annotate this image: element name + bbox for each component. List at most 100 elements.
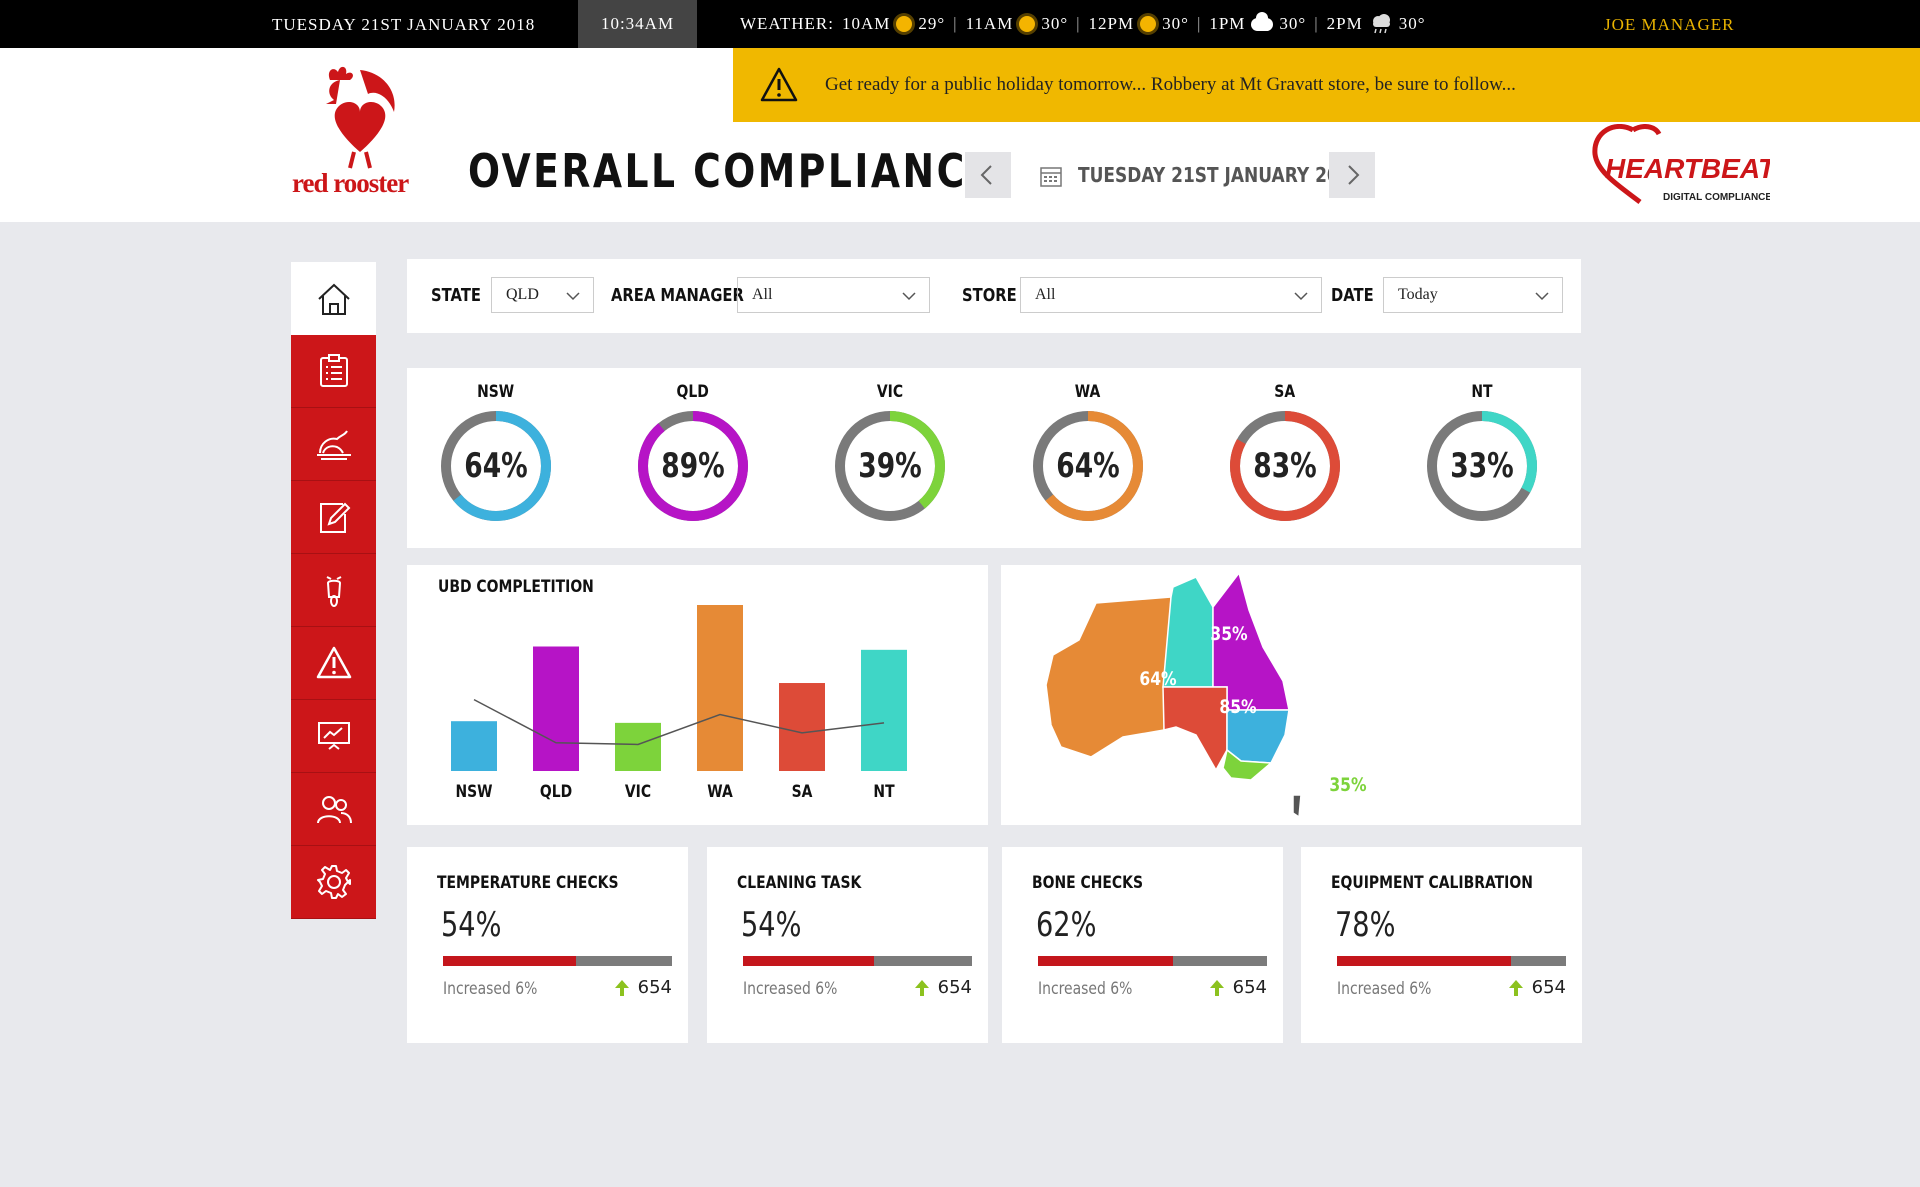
home-icon: [317, 283, 350, 315]
bar-nt[interactable]: [861, 649, 907, 771]
metric-change: Increased 6%: [443, 979, 538, 999]
x-tick-label: VIC: [625, 782, 651, 802]
map-label-nt: 35%: [1210, 624, 1247, 646]
weather-forecast: WEATHER: 10AM 29° | 11AM 30° | 12PM 30° …: [740, 11, 1426, 35]
sidebar-item-settings[interactable]: [291, 846, 376, 919]
weather-label: WEATHER:: [740, 14, 834, 33]
metric-card-equipment-calibration[interactable]: EQUIPMENT CALIBRATION 78% Increased 6% 6…: [1301, 847, 1582, 1043]
forecast-time: 12PM: [1088, 14, 1135, 33]
warning-icon: [760, 67, 798, 102]
map-label-qld: 85%: [1287, 656, 1324, 678]
donut-state-label: NT: [1471, 382, 1493, 402]
donut-value: 83%: [1253, 447, 1316, 486]
store-label: STORE: [962, 285, 1017, 306]
forecast-temp: 30°: [1398, 14, 1426, 33]
metric-card-bone-checks[interactable]: BONE CHECKS 62% Increased 6% 654: [1002, 847, 1283, 1043]
sidebar-item-users[interactable]: [291, 773, 376, 846]
clipboard-icon: [319, 354, 348, 387]
state-value: QLD: [506, 286, 539, 303]
presentation-icon: [317, 722, 350, 750]
forecast-time: 11AM: [965, 14, 1014, 33]
sidebar-item-chicken[interactable]: [291, 408, 376, 481]
arrow-up-icon: [914, 979, 929, 996]
metric-progress-bar: [1038, 956, 1267, 966]
current-date: TUESDAY 21ST JANUARY 2018: [272, 15, 536, 34]
alert-banner[interactable]: Get ready for a public holiday tomorrow.…: [733, 48, 1920, 122]
bar-vic[interactable]: [615, 722, 661, 771]
metric-progress-bar: [1337, 956, 1566, 966]
donut-state-label: VIC: [876, 382, 904, 402]
donut-chart: 64%: [441, 411, 551, 521]
metric-count-value: 654: [1232, 977, 1267, 998]
bar-nsw[interactable]: [451, 721, 497, 771]
donut-sa[interactable]: SA 83%: [1215, 382, 1355, 526]
chevron-down-icon: [566, 292, 580, 301]
metric-count: 654: [914, 977, 972, 998]
metric-progress-fill: [1337, 956, 1512, 966]
header: Get ready for a public holiday tomorrow.…: [0, 48, 1920, 222]
donut-vic[interactable]: VIC 39%: [820, 382, 960, 526]
sidebar-item-edit[interactable]: [291, 481, 376, 554]
date-value: Today: [1398, 286, 1438, 303]
donut-qld[interactable]: QLD 89%: [623, 382, 763, 526]
donut-nt[interactable]: NT 33%: [1412, 382, 1552, 526]
map-region-sa[interactable]: [1162, 686, 1228, 772]
next-date-button[interactable]: [1329, 152, 1375, 198]
metric-change: Increased 6%: [1038, 979, 1133, 999]
metric-value: 62%: [1036, 905, 1097, 945]
donut-chart: 39%: [835, 411, 945, 521]
metric-card-cleaning[interactable]: CLEANING TASK 54% Increased 6% 654: [707, 847, 988, 1043]
donut-wa[interactable]: WA 64%: [1018, 382, 1158, 526]
store-value: All: [1035, 286, 1056, 303]
x-tick-label: NSW: [455, 782, 492, 802]
bar-sa[interactable]: [779, 683, 825, 771]
map-label-nsw: 64%: [1297, 725, 1334, 747]
donut-nsw[interactable]: NSW 64%: [426, 382, 566, 526]
partner-tagline: DIGITAL COMPLIANCE: [1663, 192, 1770, 203]
x-tick-label: SA: [792, 782, 813, 802]
brand-name: red rooster: [292, 168, 409, 198]
forecast-slot: 2PM 30°: [1327, 13, 1426, 35]
metric-count-value: 654: [937, 977, 972, 998]
donut-chart: 64%: [1033, 411, 1143, 521]
user-menu[interactable]: JOE MANAGER: [1604, 15, 1734, 35]
map-region-tas[interactable]: [1292, 794, 1302, 819]
area-manager-select[interactable]: All: [737, 277, 930, 313]
edit-icon: [319, 502, 350, 533]
store-select[interactable]: All: [1020, 277, 1322, 313]
sidebar-item-reports[interactable]: [291, 700, 376, 773]
date-label: DATE: [1331, 285, 1374, 306]
metric-title: EQUIPMENT CALIBRATION: [1331, 873, 1533, 893]
partner-logo-text: HEARTBEAT: [1605, 153, 1770, 184]
sidebar-item-delivery[interactable]: [291, 554, 376, 627]
previous-date-button[interactable]: [965, 152, 1011, 198]
sidebar-item-checklist[interactable]: [291, 335, 376, 408]
state-compliance-panel: NSW 64% QLD 89% VIC 39% WA 64% SA 83% NT…: [407, 368, 1581, 548]
bar-qld[interactable]: [533, 646, 579, 772]
state-select[interactable]: QLD: [491, 277, 594, 313]
ubd-completion-chart: UBD COMPLETITION NSW QLD VIC WA SA NT: [407, 565, 988, 825]
metric-progress-fill: [443, 956, 576, 966]
donut-state-label: QLD: [676, 382, 710, 402]
sun-icon: [1140, 16, 1157, 32]
metric-progress-bar: [743, 956, 972, 966]
arrow-up-icon: [1508, 979, 1523, 996]
metric-title: BONE CHECKS: [1032, 873, 1144, 893]
donut-state-label: WA: [1075, 382, 1101, 402]
donut-value: 64%: [464, 447, 527, 486]
metric-count-value: 654: [1531, 977, 1566, 998]
forecast-slot: 1PM 30°: [1209, 11, 1306, 34]
chevron-right-icon: [1348, 165, 1360, 185]
chevron-down-icon: [902, 292, 916, 301]
metric-card-temperature[interactable]: TEMPERATURE CHECKS 54% Increased 6% 654: [407, 847, 688, 1043]
metric-count: 654: [614, 977, 672, 998]
date-select[interactable]: Today: [1383, 277, 1563, 313]
forecast-temp: 30°: [1162, 14, 1189, 33]
map-label-vic: 35%: [1329, 775, 1366, 797]
bar-wa[interactable]: [697, 605, 743, 771]
sidebar-item-home[interactable]: [291, 262, 376, 335]
sidebar-item-alerts[interactable]: [291, 627, 376, 700]
sun-icon: [896, 16, 913, 32]
donut-state-label: NSW: [477, 382, 515, 402]
donut-state-label: SA: [1274, 382, 1296, 402]
